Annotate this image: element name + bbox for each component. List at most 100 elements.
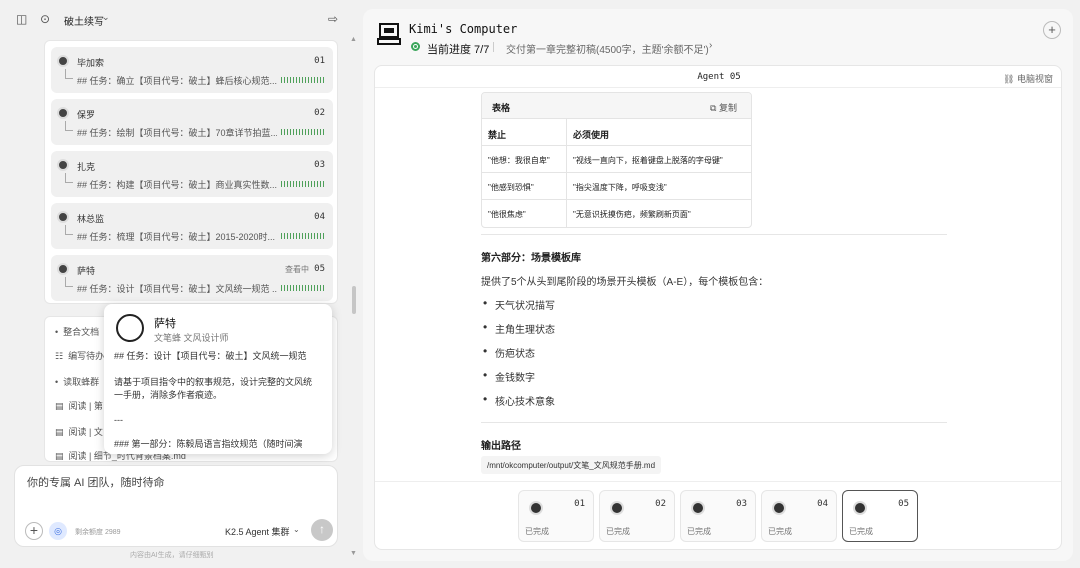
progress-bar [281, 181, 325, 187]
avatar [57, 263, 69, 275]
popup-line: --- [114, 415, 123, 425]
branch-line [65, 225, 73, 235]
chat-icon[interactable]: ⊙ [40, 12, 50, 26]
progress-bar [281, 233, 325, 239]
agent-list-panel: 毕加索 01 ## 任务：确立【项目代号：破土】蜂后核心规范... 保罗 02 … [44, 40, 338, 304]
sidebar-toggle-icon[interactable]: ◫ [16, 12, 27, 26]
output-label: 输出路径 [481, 441, 521, 452]
chip-status: 已完成 [525, 527, 549, 536]
send-button[interactable]: ↑ [311, 519, 333, 541]
branch-line [65, 277, 73, 287]
step-item[interactable]: • 读取蜂群 [55, 375, 99, 388]
section-title: 第六部分：场景模板库 [481, 253, 581, 264]
chip-status: 已完成 [687, 527, 711, 536]
list-item: 天气状况描写 [483, 296, 555, 312]
copy-button[interactable]: ⧉ 复制 [710, 101, 737, 114]
progress-text: 当前进度 7/7 [427, 44, 490, 56]
list-item: 核心技术意象 [483, 392, 555, 408]
agent-chip[interactable]: 01 已完成 [518, 490, 594, 542]
chat-input-box[interactable]: 你的专属 AI 团队，随时待命 + ◎ 剩余额度 2989 K2.5 Agent… [14, 465, 338, 547]
data-table: 表格 ⧉ 复制 禁止 必须使用 "他想：我很自卑" "视线一直向下，抠着键盘上脱… [481, 92, 752, 228]
chip-status: 已完成 [606, 527, 630, 536]
table-cell: "他想：我很自卑" [482, 146, 567, 172]
agent-card[interactable]: 林总监 04 ## 任务：梳理【项目代号：破土】2015-2020时... [51, 203, 333, 249]
agent-chip[interactable]: 02 已完成 [599, 490, 675, 542]
chat-title[interactable]: 破土续写 [64, 13, 104, 28]
popup-line: ## 任务：设计【项目代号：破土】文风统一规范 [114, 351, 307, 361]
agent-chip-selected[interactable]: 05 已完成 [842, 490, 918, 542]
divider [481, 234, 947, 235]
avatar [57, 211, 69, 223]
table-cell: "视线一直向下，抠着键盘上脱落的字母键" [573, 156, 723, 165]
chip-number: 01 [574, 499, 585, 509]
avatar [691, 501, 705, 515]
step-item[interactable]: • 整合文档 [55, 325, 99, 338]
agent-task: ## 任务：绘制【项目代号：破土】70章详节拍蓝... [77, 128, 277, 138]
file-icon: ▤ [55, 451, 64, 461]
popup-line: ### 第一部分：陈毅局语言指纹规范（随时间演 [114, 439, 303, 449]
popup-agent-name: 萨特 [154, 318, 176, 330]
chevron-right-icon[interactable]: › [709, 40, 712, 51]
computer-title: Kimi's Computer [409, 22, 518, 36]
step-item[interactable]: ☷ 编写待办 [55, 349, 104, 362]
table-header: 禁止 [482, 119, 567, 145]
agent-card[interactable]: 萨特 查看中 05 ## 任务：设计【项目代号：破土】文风统一规范 ... [51, 255, 333, 301]
todo-icon: ☷ [55, 351, 64, 361]
add-attachment-button[interactable]: + [25, 522, 43, 540]
step-text: 整合文档 [63, 327, 100, 337]
output-path[interactable]: /mnt/okcomputer/output/文笔_文风规范手册.md [481, 456, 662, 474]
chip-status: 已完成 [849, 527, 873, 536]
scroll-down-icon[interactable]: ▼ [350, 550, 357, 557]
avatar [57, 159, 69, 171]
agent-chip[interactable]: 03 已完成 [680, 490, 756, 542]
copy-icon: ⧉ [710, 103, 717, 113]
chat-input[interactable]: 你的专属 AI 团队，随时待命 [27, 474, 165, 490]
avatar [529, 501, 543, 515]
agent-name: 毕加索 [77, 58, 105, 68]
credit-icon[interactable]: ◎ [49, 522, 67, 540]
chevron-down-icon[interactable]: ⌄ [293, 525, 300, 534]
progress-bar [281, 129, 325, 135]
table-cell: "他感到恐惧" [482, 173, 567, 199]
agent-card[interactable]: 保罗 02 ## 任务：绘制【项目代号：破土】70章详节拍蓝... [51, 99, 333, 145]
table-cell: "指尖温度下降，呼吸变浅" [573, 183, 667, 192]
list-item: 金钱数字 [483, 368, 535, 384]
table-header: 必须使用 [573, 130, 610, 140]
scroll-thumb[interactable] [352, 286, 356, 314]
scroll-up-icon[interactable]: ▲ [350, 36, 357, 43]
add-button[interactable]: + [1043, 21, 1061, 39]
agent-card[interactable]: 扎克 03 ## 任务：构建【项目代号：破土】商业真实性数... [51, 151, 333, 197]
agent-name: 保罗 [77, 110, 96, 120]
step-text: 阅读 | 第 [68, 401, 103, 411]
table-row: "他感到恐惧" "指尖温度下降，呼吸变浅" [482, 173, 751, 200]
avatar [853, 501, 867, 515]
step-item[interactable]: ▤ 阅读 | 文 [55, 425, 103, 438]
window-header: Agent 05 ⛓ 电脑视窗 [375, 66, 1061, 88]
agent-number: 05 [314, 264, 325, 274]
step-item[interactable]: ▤ 阅读 | 第 [55, 399, 103, 412]
table-header-row: 禁止 必须使用 [482, 119, 751, 146]
agent-card[interactable]: 毕加索 01 ## 任务：确立【项目代号：破土】蜂后核心规范... [51, 47, 333, 93]
section-description: 提供了5个从头到尾阶段的场景开头模板（A-E），每个模板包含： [481, 277, 769, 288]
model-selector[interactable]: K2.5 Agent 集群 [225, 525, 290, 538]
deliverable-link[interactable]: 交付第一章完整初稿(4500字，主题'余额不足') [506, 41, 709, 56]
divider [375, 481, 1061, 482]
quota-text: 剩余额度 2989 [75, 529, 121, 536]
step-text: 读取蜂群 [63, 377, 100, 387]
computer-header: Kimi's Computer 当前进度 7/7 交付第一章完整初稿(4500字… [363, 9, 1073, 61]
progress-bar [281, 285, 325, 291]
computer-view-link[interactable]: ⛓ 电脑视窗 [1003, 72, 1053, 85]
agent-task: ## 任务：梳理【项目代号：破土】2015-2020时... [77, 232, 276, 242]
window-title: Agent 05 [697, 72, 741, 82]
agent-name: 扎克 [77, 162, 96, 172]
top-bar: ◫ ⊙ 破土续写 ⌄ ⇨ [0, 0, 362, 40]
bullet-icon: • [55, 377, 59, 387]
agent-chip[interactable]: 04 已完成 [761, 490, 837, 542]
branch-line [65, 69, 73, 79]
document-content: 表格 ⧉ 复制 禁止 必须使用 "他想：我很自卑" "视线一直向下，抠着键盘上脱… [481, 92, 947, 480]
chevron-down-icon[interactable]: ⌄ [102, 12, 110, 23]
branch-line [65, 121, 73, 131]
chip-number: 02 [655, 499, 666, 509]
share-icon[interactable]: ⇨ [328, 12, 338, 26]
table-cell: "他很焦虑" [482, 200, 567, 227]
